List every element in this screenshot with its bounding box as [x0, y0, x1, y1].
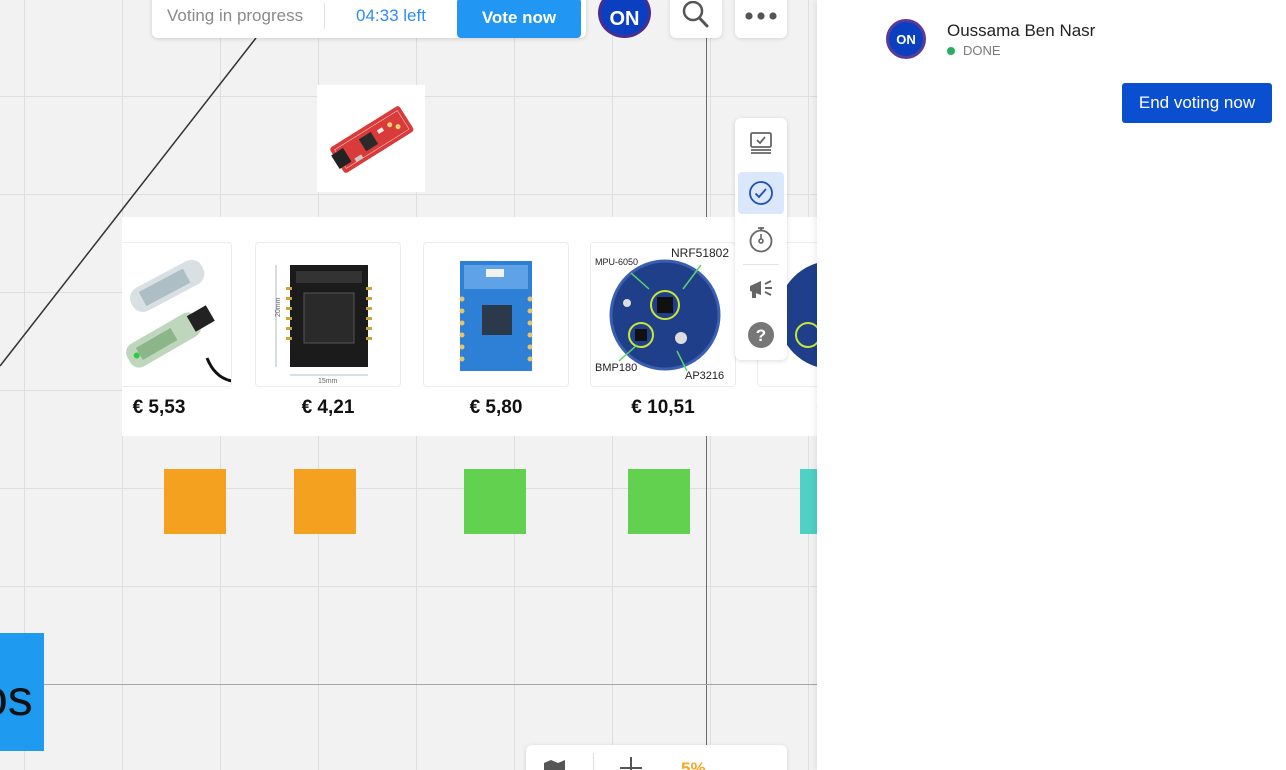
svg-text:AP3216: AP3216 — [685, 370, 724, 382]
whiteboard-canvas[interactable]: Voting in progress 04:33 left Vote now O… — [0, 0, 817, 770]
price-label-3: € 5,80 — [469, 397, 523, 418]
text-note[interactable]: os — [0, 633, 44, 751]
voting-toolbar: Voting in progress 04:33 left Vote now — [152, 0, 586, 38]
svg-text:20mm: 20mm — [275, 297, 282, 317]
timer-button[interactable] — [738, 218, 784, 260]
product-card-4[interactable]: MPU-6050 NRF51802 BMP180 AP3216 — [590, 242, 736, 387]
price-label-1: € 5,53 — [132, 397, 186, 418]
svg-text:BMP180: BMP180 — [595, 362, 637, 374]
product-frame[interactable]: € 5,53 20mm 15mm € 4,21 € 5,80 MPU-6050 … — [122, 217, 817, 436]
voting-status: Voting in progress — [152, 3, 325, 29]
voting-side-panel: ON Oussama Ben Nasr DONE End voting now — [817, 0, 1286, 770]
participant-name: Oussama Ben Nasr — [947, 21, 1096, 40]
end-voting-button[interactable]: End voting now — [1122, 83, 1272, 123]
help-button[interactable]: ? — [738, 314, 784, 356]
bottom-toolbar: 5% — [526, 745, 787, 770]
participant-avatar: ON — [886, 19, 926, 59]
participant-row: ON Oussama Ben Nasr DONE — [886, 19, 1095, 59]
presentation-button[interactable] — [738, 122, 784, 164]
sticky-note-1[interactable] — [164, 469, 226, 534]
palette-divider — [743, 264, 779, 265]
tool-palette: ? — [735, 118, 787, 360]
more-icon — [745, 12, 777, 20]
search-button[interactable] — [670, 0, 722, 38]
vote-now-button[interactable]: Vote now — [457, 0, 581, 38]
presentation-icon — [750, 132, 772, 154]
help-icon: ? — [748, 322, 774, 348]
sticky-note-4[interactable] — [628, 469, 690, 534]
round-sensor-board-image: MPU-6050 NRF51802 BMP180 AP3216 — [595, 246, 729, 382]
timer-icon — [749, 227, 773, 253]
grid-guide-horizontal — [0, 684, 817, 685]
more-button[interactable] — [735, 0, 787, 38]
participant-status-label: DONE — [963, 43, 1001, 58]
participant-status: DONE — [947, 43, 1095, 58]
bottom-divider — [593, 753, 594, 770]
sticky-note-5[interactable] — [800, 469, 817, 534]
voting-button[interactable] — [738, 172, 784, 214]
product-card-3[interactable] — [423, 242, 569, 387]
price-label-4: € 10,51 — [631, 397, 695, 418]
ble-module-black-image: 20mm 15mm — [275, 265, 372, 385]
price-label-2: € 4,21 — [301, 397, 355, 418]
product-card-2[interactable]: 20mm 15mm — [255, 242, 401, 387]
product-image-red-board[interactable] — [317, 85, 425, 192]
ble-module-blue-image — [459, 261, 533, 371]
voting-check-icon — [749, 181, 773, 205]
product-card-1[interactable] — [122, 242, 232, 387]
usb-dongle-image — [126, 259, 231, 383]
sticky-note-2[interactable] — [294, 469, 356, 534]
svg-text:?: ? — [756, 326, 766, 345]
announce-button[interactable] — [738, 268, 784, 310]
svg-text:NRF51802: NRF51802 — [671, 246, 729, 260]
megaphone-icon — [750, 280, 772, 298]
svg-text:15mm: 15mm — [318, 378, 338, 385]
voting-time-left: 04:33 left — [356, 6, 426, 25]
red-pcb-image — [330, 106, 414, 173]
search-icon — [682, 1, 709, 28]
text-note-content: os — [0, 670, 33, 726]
svg-text:MPU-6050: MPU-6050 — [595, 257, 638, 267]
price-label-5: € 1 — [757, 397, 818, 419]
zoom-level[interactable]: 5% — [681, 759, 706, 770]
status-dot-icon — [947, 46, 955, 55]
sticky-note-3[interactable] — [464, 469, 526, 534]
map-icon[interactable] — [542, 757, 570, 770]
zoom-in-icon[interactable] — [618, 755, 644, 770]
